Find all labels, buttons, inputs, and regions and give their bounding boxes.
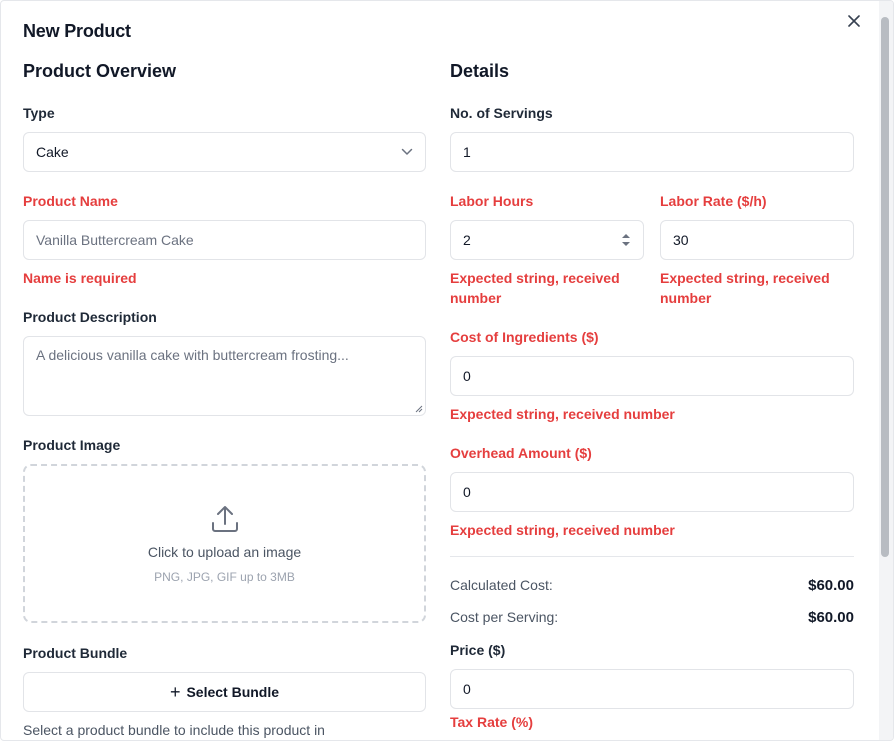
details-heading: Details [450,61,510,81]
number-stepper-icon[interactable] [621,232,631,248]
type-label: Type [23,105,55,121]
overhead-amount-input[interactable]: 0 [450,472,854,512]
product-name-error: Name is required [23,270,137,286]
product-name-input[interactable]: Vanilla Buttercream Cake [23,220,426,260]
labor-hours-label: Labor Hours [450,193,534,209]
scrollbar-thumb[interactable] [881,17,889,557]
plus-icon: + [169,682,181,702]
new-product-dialog: New Product Product Overview Type Cake P… [0,0,894,741]
chevron-down-icon [401,148,413,155]
dialog-title: New Product [23,21,131,41]
close-button[interactable] [844,11,864,31]
type-select-value: Cake [36,144,69,160]
select-bundle-label: Select Bundle [186,684,280,700]
calculated-cost-label: Calculated Cost: [450,577,553,593]
type-select[interactable]: Cake [23,132,426,172]
price-label: Price ($) [450,642,506,658]
calculated-cost-value: $60.00 [808,577,854,594]
cost-per-serving-label: Cost per Serving: [450,609,559,625]
servings-label: No. of Servings [450,105,553,121]
labor-hours-value: 2 [463,232,471,248]
cost-per-serving-value: $60.00 [808,609,854,626]
overhead-amount-label: Overhead Amount ($) [450,445,592,461]
select-bundle-button[interactable]: + Select Bundle [23,672,426,712]
resize-handle-icon[interactable] [415,405,423,413]
labor-hours-input[interactable]: 2 [450,220,644,260]
summary-divider [450,556,854,557]
overhead-amount-error: Expected string, received number [450,522,675,538]
labor-rate-label: Labor Rate ($/h) [660,193,767,209]
product-name-placeholder: Vanilla Buttercream Cake [36,232,194,248]
ingredients-cost-value: 0 [463,368,471,384]
product-image-label: Product Image [23,437,121,453]
product-description-placeholder: A delicious vanilla cake with buttercrea… [36,347,349,363]
labor-hours-error: Expected string, received number [450,268,620,308]
labor-rate-value: 30 [673,232,689,248]
tax-rate-label: Tax Rate (%) [450,714,533,730]
close-icon [848,15,860,27]
labor-rate-error: Expected string, received number [660,268,830,308]
servings-value: 1 [463,144,471,160]
product-description-textarea[interactable]: A delicious vanilla cake with buttercrea… [23,336,426,416]
product-description-label: Product Description [23,309,157,325]
ingredients-cost-error: Expected string, received number [450,406,675,422]
servings-input[interactable]: 1 [450,132,854,172]
labor-rate-input[interactable]: 30 [660,220,854,260]
upload-icon [211,505,238,532]
product-bundle-label: Product Bundle [23,645,128,661]
labor-rate-error-line2: number [660,290,712,306]
ingredients-cost-label: Cost of Ingredients ($) [450,329,599,345]
product-overview-heading: Product Overview [23,61,177,81]
upload-text: Click to upload an image [147,543,302,560]
ingredients-cost-input[interactable]: 0 [450,356,854,396]
price-input[interactable]: 0 [450,669,854,709]
image-upload-dropzone[interactable]: Click to upload an image PNG, JPG, GIF u… [23,464,426,623]
labor-hours-error-line2: number [450,290,502,306]
labor-hours-error-line1: Expected string, received [450,270,620,286]
product-bundle-help: Select a product bundle to include this … [23,722,325,738]
labor-rate-error-line1: Expected string, received [660,270,830,286]
overhead-amount-value: 0 [463,484,471,500]
upload-hint: PNG, JPG, GIF up to 3MB [154,569,295,584]
price-value: 0 [463,681,471,697]
product-name-label: Product Name [23,193,118,209]
